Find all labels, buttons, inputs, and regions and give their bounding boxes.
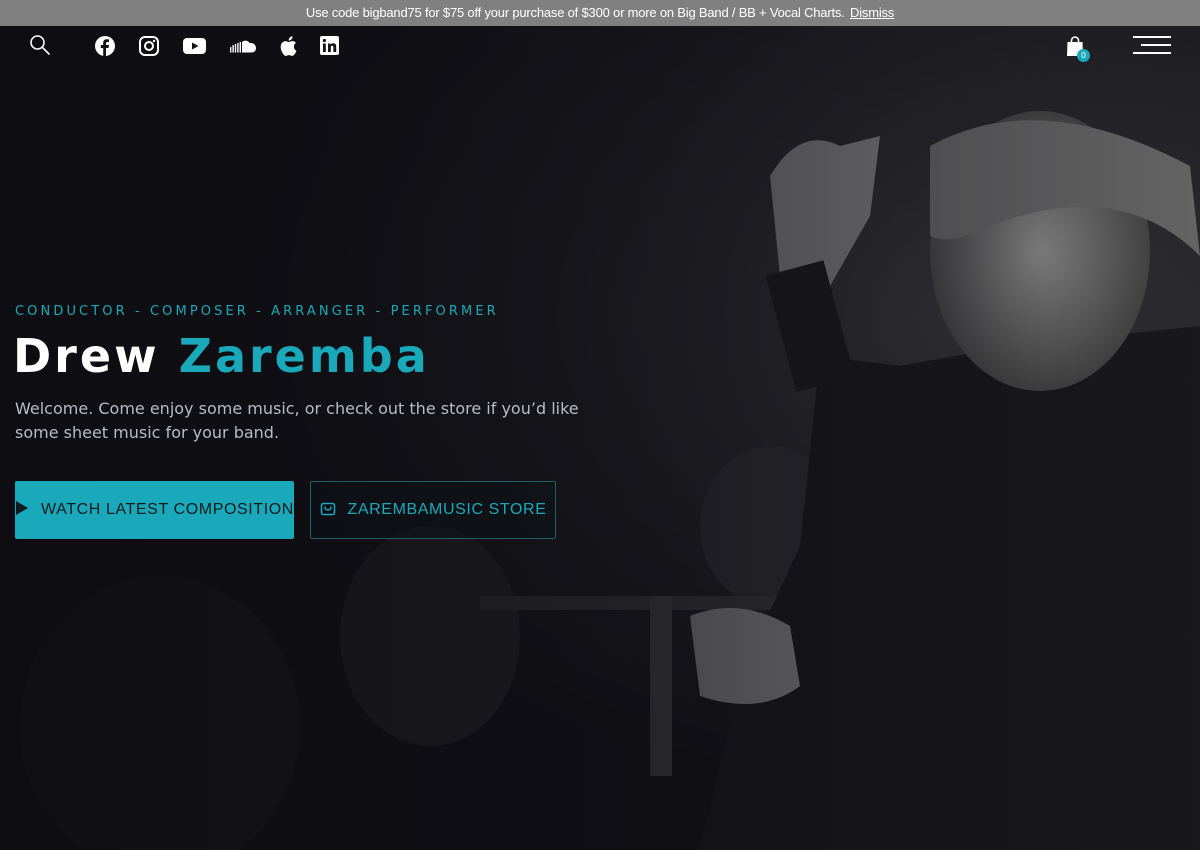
cart-count-badge: 0 — [1077, 49, 1090, 62]
soundcloud-icon[interactable] — [230, 40, 257, 53]
shopping-bag-icon — [320, 500, 336, 521]
watch-button-label: WATCH LATEST COMPOSITION — [41, 501, 294, 518]
store-button-label: ZAREMBAMUSIC STORE — [347, 501, 547, 518]
store-button[interactable]: ZAREMBAMUSIC STORE — [310, 481, 556, 539]
play-icon — [15, 500, 29, 520]
youtube-icon[interactable] — [183, 38, 206, 54]
instagram-icon[interactable] — [139, 36, 159, 56]
promo-text: Use code bigband75 for $75 off your purc… — [305, 5, 845, 20]
apple-icon[interactable] — [280, 36, 297, 56]
menu-icon[interactable] — [1133, 36, 1171, 56]
hero-lede: Welcome. Come enjoy some music, or check… — [15, 399, 579, 442]
page-title: Drew Zaremba — [13, 326, 430, 386]
promo-bar: Use code bigband75 for $75 off your purc… — [0, 0, 1200, 26]
hero-eyebrow: CONDUCTOR - COMPOSER - ARRANGER - PERFOR… — [15, 304, 499, 319]
linkedin-icon[interactable] — [320, 36, 339, 55]
search-icon[interactable] — [29, 34, 51, 56]
facebook-icon[interactable] — [95, 36, 115, 56]
dismiss-link[interactable]: Dismiss — [850, 5, 894, 20]
title-first-name: Drew — [13, 329, 160, 383]
title-last-name: Zaremba — [178, 329, 430, 383]
watch-latest-composition-button[interactable]: WATCH LATEST COMPOSITION — [15, 481, 294, 539]
